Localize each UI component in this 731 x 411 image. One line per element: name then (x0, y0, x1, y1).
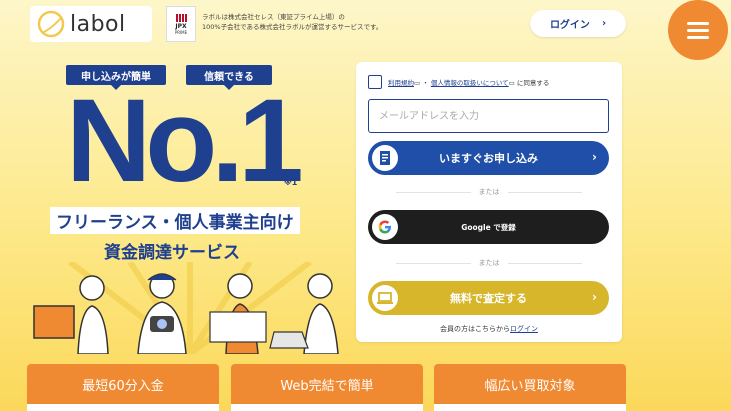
jpx-sub: PRIME (174, 29, 188, 35)
apply-now-label: いますぐお申し込み (439, 152, 538, 165)
consent-separator: ・ (422, 79, 429, 87)
terms-link[interactable]: 利用規約 (388, 79, 414, 87)
logo-text: labol (70, 11, 126, 37)
jpx-prime-badge: JPX PRIME (166, 6, 196, 42)
google-signup-label: Google で登録 (461, 222, 516, 232)
feature-wide-range: 幅広い買取対象 (434, 364, 626, 404)
privacy-link[interactable]: 個人情報の取扱いについて (431, 79, 509, 87)
laptop-icon (372, 285, 398, 311)
consent-text: 利用規約▭ ・ 個人情報の取扱いについて▭ に同意する (388, 77, 549, 87)
corporate-note-line1: ラボルは株式会社セレス（東証プライム上場）の (202, 13, 345, 21)
free-assessment-label: 無料で査定する (450, 292, 527, 305)
labol-logo-icon (37, 10, 65, 38)
hamburger-menu-button[interactable] (668, 0, 728, 60)
site-header: labol JPX PRIME ラボルは株式会社セレス（東証プライム上場）の 1… (0, 0, 731, 60)
menu-line (687, 28, 709, 32)
hero-headline-target: フリーランス・個人事業主向け (50, 207, 300, 234)
free-assessment-button[interactable]: 無料で査定する › (368, 281, 609, 315)
no1-footnote: ※1 (284, 178, 298, 187)
freelancers-illustration (33, 262, 339, 354)
feature-wide-range-body (434, 404, 626, 411)
feature-web-complete-body (231, 404, 423, 411)
member-login-prefix: 会員の方はこちらから (440, 325, 510, 333)
apply-now-button[interactable]: いますぐお申し込み › (368, 141, 609, 175)
consent-row: 利用規約▭ ・ 個人情報の取扱いについて▭ に同意する (368, 75, 549, 89)
jpx-label: JPX (175, 22, 187, 30)
external-link-icon: ▭ (414, 79, 421, 87)
feature-web-complete: Web完結で簡単 (231, 364, 423, 404)
jpx-logo-icon (175, 13, 187, 22)
chevron-right-icon: › (592, 290, 597, 304)
signup-form-card: 利用規約▭ ・ 個人情報の取扱いについて▭ に同意する いますぐお申し込み › … (356, 62, 622, 342)
feature-fast-payment: 最短60分入金 (27, 364, 219, 404)
external-link-icon: ▭ (508, 79, 515, 87)
login-button-label: ログイン (549, 20, 590, 31)
chevron-right-icon: › (592, 150, 597, 164)
corporate-note-line2: 100%子会社である株式会社ラボルが運営するサービスです。 (202, 23, 383, 31)
google-signup-button[interactable]: Google で登録 (368, 210, 609, 244)
member-login-text: 会員の方はこちらからログイン (356, 324, 622, 334)
member-login-link[interactable]: ログイン (510, 325, 538, 333)
menu-line (687, 21, 709, 25)
email-field[interactable] (368, 99, 609, 133)
or-divider: または (396, 187, 582, 197)
consent-checkbox[interactable] (368, 75, 382, 89)
google-icon (372, 214, 398, 240)
no1-headline: No.1 (66, 75, 304, 207)
chevron-right-icon: › (601, 18, 607, 29)
login-button[interactable]: ログイン › (530, 10, 626, 37)
menu-line (687, 35, 709, 39)
or-divider: または (396, 258, 582, 268)
consent-suffix: に同意する (516, 79, 550, 87)
document-icon (372, 145, 398, 171)
corporate-note: ラボルは株式会社セレス（東証プライム上場）の 100%子会社である株式会社ラボル… (202, 12, 422, 32)
labol-logo[interactable]: labol (30, 6, 152, 42)
feature-fast-payment-body (27, 404, 219, 411)
hero-headline-service: 資金調達サービス (104, 243, 240, 263)
